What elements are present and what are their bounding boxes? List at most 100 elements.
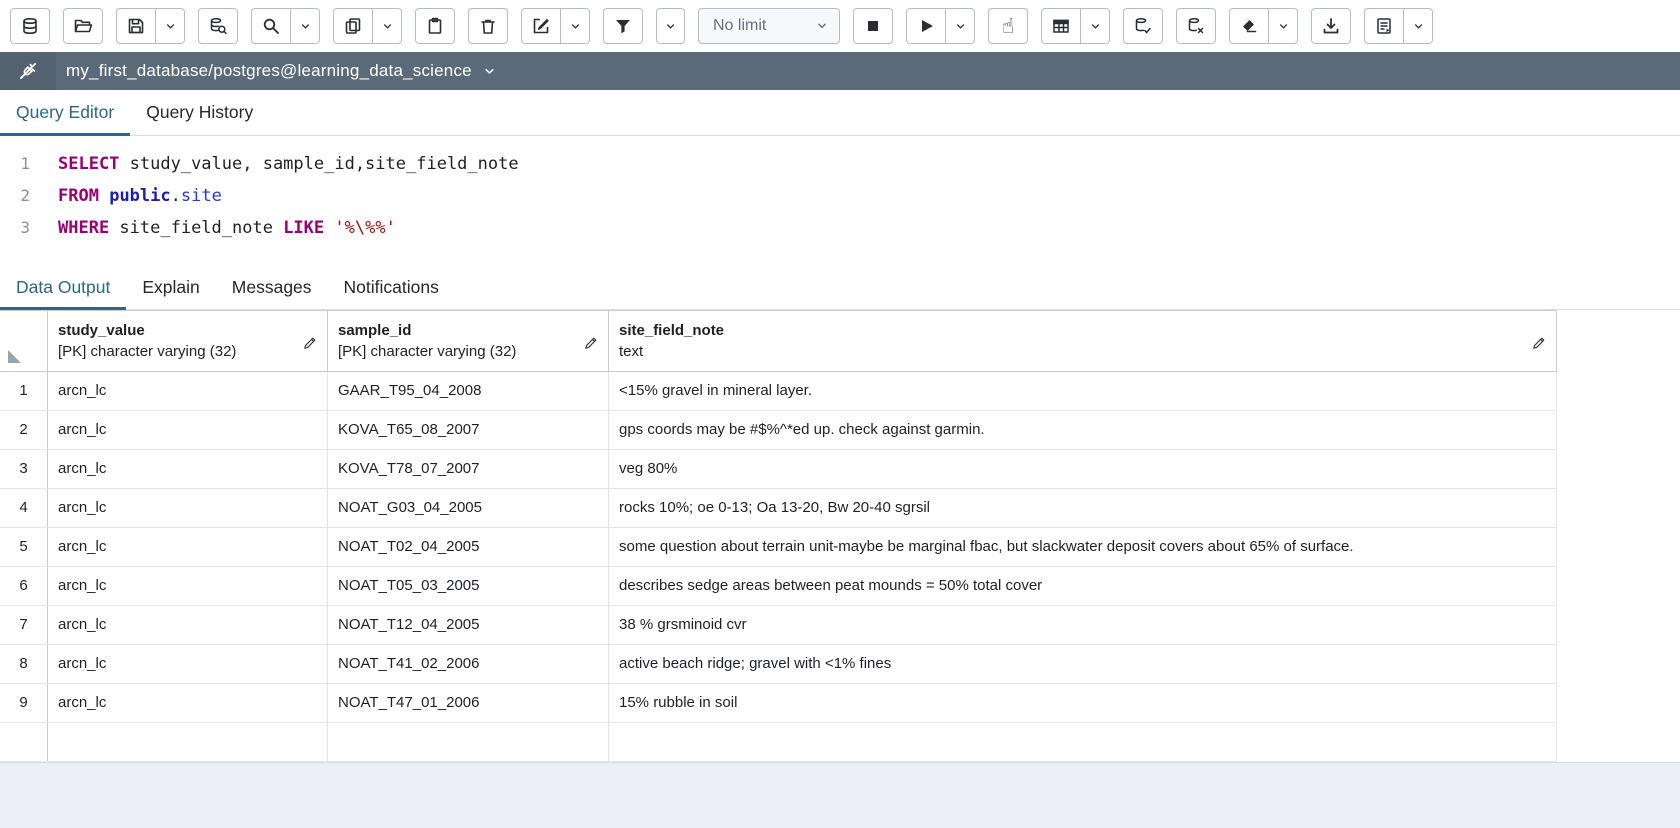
cell-sample-id[interactable]: GAAR_T95_04_2008 — [328, 372, 609, 410]
cell-study-value[interactable]: arcn_lc — [48, 606, 328, 644]
filter-funnel-icon — [613, 16, 633, 36]
cell-sample-id[interactable]: NOAT_T12_04_2005 — [328, 606, 609, 644]
row-number[interactable]: 5 — [0, 528, 48, 566]
save-menu-button[interactable] — [156, 8, 185, 44]
cancel-query-button[interactable] — [853, 8, 893, 44]
view-data-button[interactable] — [1041, 8, 1081, 44]
cell-sample-id[interactable]: NOAT_T05_03_2005 — [328, 567, 609, 605]
search-database-button[interactable] — [198, 8, 238, 44]
tab-data-output-label: Data Output — [16, 277, 110, 298]
chevron-down-icon — [664, 20, 677, 33]
tab-explain[interactable]: Explain — [126, 266, 215, 309]
cell-site-field-note[interactable]: rocks 10%; oe 0-13; Oa 13-20, Bw 20-40 s… — [609, 489, 1557, 527]
macro-menu-button[interactable] — [1404, 8, 1433, 44]
commit-button[interactable] — [1123, 8, 1163, 44]
clear-menu-button[interactable] — [1269, 8, 1298, 44]
edit-pencil-icon[interactable] — [1531, 335, 1547, 351]
edit-menu-button[interactable] — [561, 8, 590, 44]
query-tool-button[interactable] — [10, 8, 50, 44]
cell-site-field-note[interactable]: gps coords may be #$%^*ed up. check agai… — [609, 411, 1557, 449]
cell-site-field-note[interactable]: some question about terrain unit-maybe b… — [609, 528, 1557, 566]
macro-button[interactable] — [1364, 8, 1404, 44]
execute-menu-button[interactable] — [946, 8, 975, 44]
hand-pointer-icon: ☝ — [1002, 16, 1015, 37]
table-row: 1 arcn_lc GAAR_T95_04_2008 <15% gravel i… — [0, 372, 1557, 411]
cell-study-value[interactable]: arcn_lc — [48, 528, 328, 566]
rollback-button[interactable] — [1176, 8, 1216, 44]
row-number[interactable]: 8 — [0, 645, 48, 683]
chevron-down-icon — [815, 19, 829, 33]
cell-sample-id[interactable]: NOAT_T47_01_2006 — [328, 684, 609, 722]
filter-button[interactable] — [603, 8, 643, 44]
connection-menu-chevron-icon[interactable] — [482, 64, 497, 79]
connection-label[interactable]: my_first_database/postgres@learning_data… — [66, 61, 472, 81]
save-button[interactable] — [116, 8, 156, 44]
download-button[interactable] — [1311, 8, 1351, 44]
cell-study-value[interactable]: arcn_lc — [48, 372, 328, 410]
clear-button[interactable] — [1229, 8, 1269, 44]
tab-query-history[interactable]: Query History — [130, 90, 269, 135]
chevron-down-icon — [299, 20, 312, 33]
chevron-down-icon — [164, 20, 177, 33]
cell-sample-id[interactable]: NOAT_G03_04_2005 — [328, 489, 609, 527]
find-button[interactable] — [251, 8, 291, 44]
row-number[interactable]: 7 — [0, 606, 48, 644]
cell-site-field-note[interactable]: <15% gravel in mineral layer. — [609, 372, 1557, 410]
row-number[interactable]: 3 — [0, 450, 48, 488]
query-tool-toolbar: No limit ☝ — [0, 0, 1680, 52]
column-header-study-value[interactable]: study_value [PK] character varying (32) — [48, 311, 328, 371]
row-number[interactable]: 1 — [0, 372, 48, 410]
cell-study-value[interactable]: arcn_lc — [48, 567, 328, 605]
view-data-menu-button[interactable] — [1081, 8, 1110, 44]
cell-sample-id[interactable]: KOVA_T78_07_2007 — [328, 450, 609, 488]
execute-button[interactable] — [906, 8, 946, 44]
save-icon — [126, 16, 146, 36]
sql-line: 1 SELECT study_value, sample_id,site_fie… — [0, 148, 1680, 180]
cell-site-field-note[interactable]: active beach ridge; gravel with <1% fine… — [609, 645, 1557, 683]
cell-study-value[interactable]: arcn_lc — [48, 411, 328, 449]
open-file-button[interactable] — [63, 8, 103, 44]
tab-query-editor-label: Query Editor — [16, 102, 114, 123]
line-number: 2 — [0, 180, 44, 212]
tab-data-output[interactable]: Data Output — [0, 266, 126, 309]
connection-status-box — [0, 52, 56, 90]
filter-menu-button[interactable] — [656, 8, 685, 44]
sql-editor[interactable]: 1 SELECT study_value, sample_id,site_fie… — [0, 136, 1680, 266]
row-number[interactable]: 9 — [0, 684, 48, 722]
cell-study-value[interactable]: arcn_lc — [48, 489, 328, 527]
row-number[interactable]: 4 — [0, 489, 48, 527]
cell-study-value[interactable]: arcn_lc — [48, 684, 328, 722]
table-icon — [1051, 16, 1071, 36]
cell-site-field-note[interactable]: 38 % grsminoid cvr — [609, 606, 1557, 644]
tab-messages[interactable]: Messages — [216, 266, 328, 309]
cell-site-field-note[interactable]: veg 80% — [609, 450, 1557, 488]
cell-site-field-note[interactable]: 15% rubble in soil — [609, 684, 1557, 722]
pan-button[interactable]: ☝ — [988, 8, 1028, 44]
table-row: 8 arcn_lc NOAT_T41_02_2006 active beach … — [0, 645, 1557, 684]
row-number[interactable]: 6 — [0, 567, 48, 605]
column-name: study_value — [58, 320, 297, 341]
paste-button[interactable] — [415, 8, 455, 44]
tab-query-editor[interactable]: Query Editor — [0, 90, 130, 135]
cell-site-field-note[interactable]: describes sedge areas between peat mound… — [609, 567, 1557, 605]
delete-row-button[interactable] — [468, 8, 508, 44]
cell-study-value[interactable]: arcn_lc — [48, 645, 328, 683]
column-header-sample-id[interactable]: sample_id [PK] character varying (32) — [328, 311, 609, 371]
tab-notifications[interactable]: Notifications — [328, 266, 455, 309]
cell-sample-id[interactable]: NOAT_T41_02_2006 — [328, 645, 609, 683]
row-number[interactable]: 2 — [0, 411, 48, 449]
sql-line: 3 WHERE site_field_note LIKE '%\%%' — [0, 212, 1680, 244]
copy-button[interactable] — [333, 8, 373, 44]
cell-sample-id[interactable]: KOVA_T65_08_2007 — [328, 411, 609, 449]
row-limit-select[interactable]: No limit — [698, 8, 840, 44]
select-all-corner[interactable] — [0, 311, 48, 371]
find-menu-button[interactable] — [291, 8, 320, 44]
trash-icon — [478, 16, 498, 36]
column-header-site-field-note[interactable]: site_field_note text — [609, 311, 1557, 371]
edit-pencil-icon[interactable] — [302, 335, 318, 351]
edit-button[interactable] — [521, 8, 561, 44]
cell-study-value[interactable]: arcn_lc — [48, 450, 328, 488]
cell-sample-id[interactable]: NOAT_T02_04_2005 — [328, 528, 609, 566]
copy-menu-button[interactable] — [373, 8, 402, 44]
edit-pencil-icon[interactable] — [583, 335, 599, 351]
